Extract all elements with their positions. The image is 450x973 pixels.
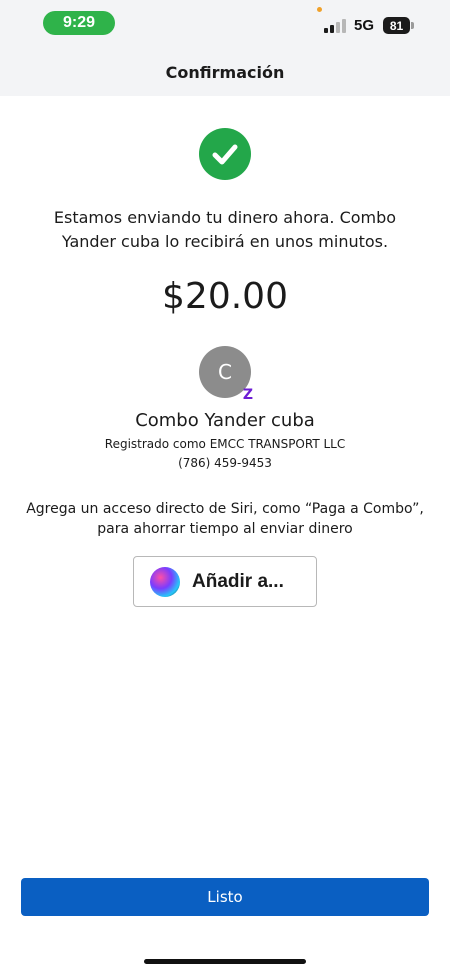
recipient-phone: (786) 459-9453	[178, 456, 272, 470]
recipient-registered-as: Registrado como EMCC TRANSPORT LLC	[104, 437, 346, 451]
status-time: 9:29	[43, 11, 115, 35]
home-indicator[interactable]	[144, 959, 306, 964]
signal-strength-icon	[324, 18, 348, 33]
done-button[interactable]: Listo	[21, 878, 429, 916]
page-title: Confirmación	[165, 62, 285, 82]
nav-header: Confirmación	[0, 48, 450, 96]
zelle-icon: Z	[240, 386, 256, 404]
battery-tip	[411, 22, 414, 29]
battery-level: 81	[389, 18, 404, 33]
siri-shortcut-prompt: Agrega un acceso directo de Siri, como “…	[26, 501, 424, 537]
status-bar: 9:29 5G 81	[0, 0, 450, 48]
done-button-label: Listo	[207, 888, 243, 906]
network-type: 5G	[354, 17, 375, 34]
amount-sent: $20.00	[162, 276, 288, 317]
avatar-initial: C	[218, 360, 232, 384]
confirmation-message: Estamos enviando tu dinero ahora. Combo …	[53, 208, 397, 251]
add-to-siri-label: Añadir a...	[192, 570, 284, 592]
check-icon	[199, 128, 251, 180]
add-to-siri-button[interactable]: Añadir a...	[133, 556, 317, 607]
recipient-name: Combo Yander cuba	[135, 410, 315, 431]
zelle-badge-letter: Z	[242, 387, 254, 403]
privacy-indicator-dot	[317, 7, 322, 12]
battery-icon: 81	[383, 17, 410, 34]
siri-icon	[150, 566, 180, 597]
